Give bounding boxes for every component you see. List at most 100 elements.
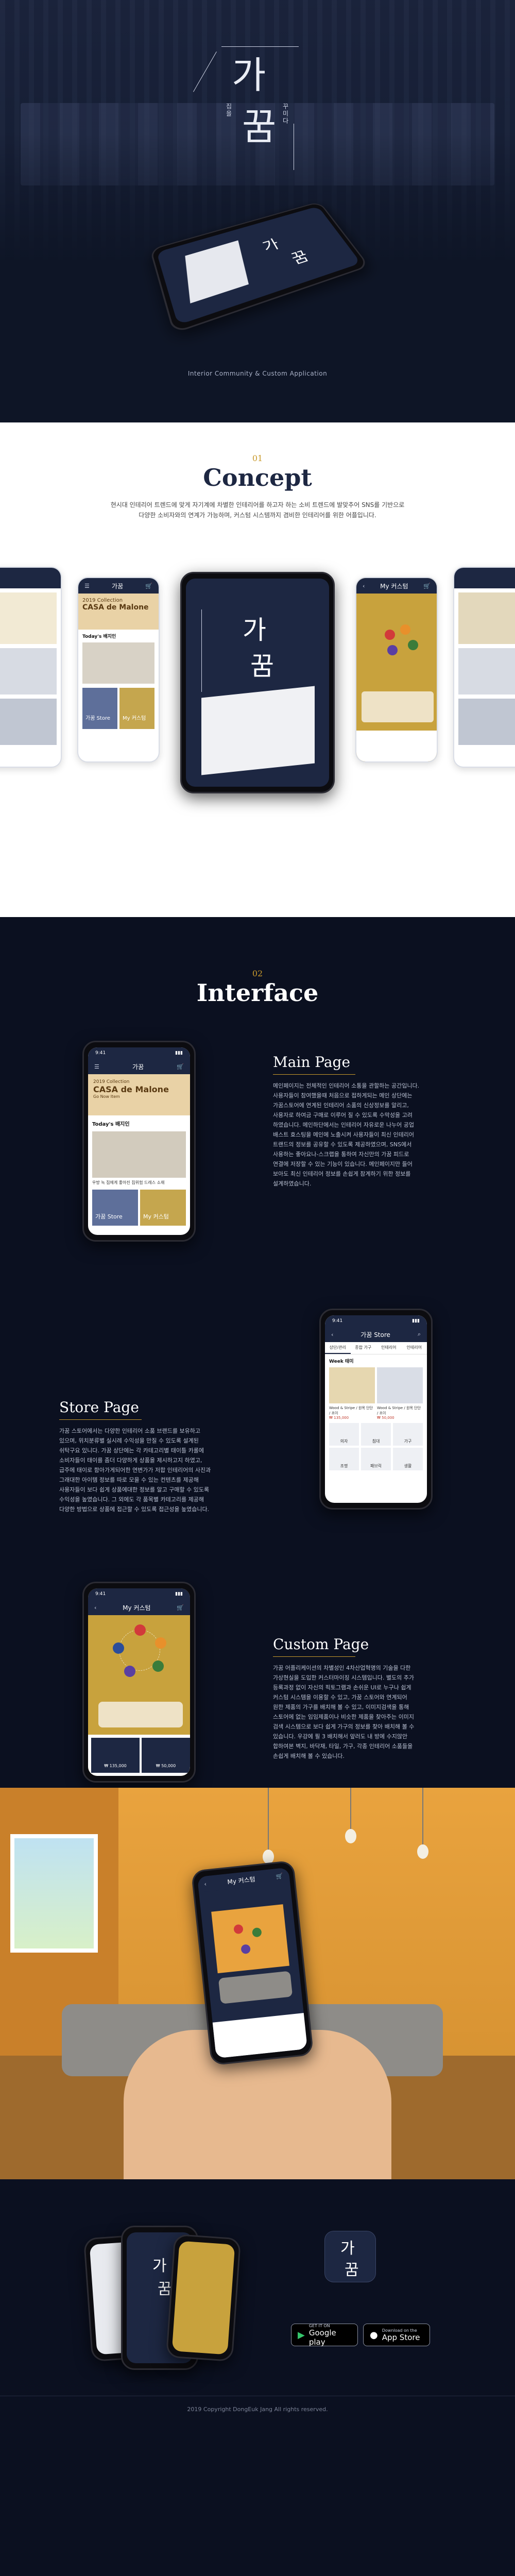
- app-icon: 가 꿈: [324, 2231, 376, 2282]
- bulb-2: [345, 1829, 356, 1843]
- main-desc-line: 사용자들이 참여했을때 처음으로 접하게되는 메인 상단에는: [273, 1092, 413, 1099]
- main-today-caption: 우방 녹 집에게 좋아진 집위험 드레스 소재: [92, 1180, 165, 1185]
- menu-icon[interactable]: ☰: [94, 1063, 99, 1070]
- category-grid: 의자 침대 가구 조명 패브릭 생활: [329, 1423, 423, 1470]
- interface-title: Interface: [196, 979, 319, 1007]
- store-desc-line: 수익성을 높였습니다. 그 외에도 각 품목별 카테고리를 제공해: [59, 1496, 204, 1503]
- concept-desc-line-1: 현시대 인테리어 트렌드에 맞게 자기계에 차별한 인테리어를 하고자 하는 소…: [110, 501, 405, 509]
- store-page-description: 가꿈 스토어에서는 다양한 인테리어 소품 브랜드를 보유하고있으며, 위치분류…: [59, 1426, 245, 1514]
- today-image[interactable]: [82, 642, 154, 684]
- bulb-3: [417, 1844, 428, 1859]
- custom-desc-line: 원한 제품의 가구를 배치해 볼 수 있고, 이미지검색을 통해: [273, 1704, 409, 1710]
- ar-photo-section: ‹ My 커스텀 🛒: [0, 1788, 515, 2179]
- store-desc-line: 사용자들이 보다 쉽게 상품에대한 정보를 알고 구매할 수 있도록: [59, 1486, 210, 1493]
- store-page-title: Store Page: [59, 1399, 139, 1416]
- tab-1[interactable]: 종합 가구: [351, 1342, 376, 1354]
- concept-screen-mycustom: ‹ My 커스텀 🛒: [355, 577, 438, 762]
- store-page-phone: 9:41 ▮▮▮ ‹ 가꿈 Store ⌕ 상단/관리 종합 가구 인테리어 인테리어…: [319, 1309, 433, 1510]
- store-desc-line: 쉬탁구요 있니다. 가꿈 상단에는 각 카테고리별 태이틀 카롤에: [59, 1447, 204, 1454]
- cart-icon[interactable]: 🛒: [177, 1063, 184, 1070]
- banner-casa[interactable]: 2019 Collection CASA de Malone: [78, 594, 159, 630]
- interface-section: 02 Interface 9:41 ▮▮▮ ☰ 가꿈 🛒 2019 Collectio…: [0, 917, 515, 1788]
- custom-page-title: Custom Page: [273, 1636, 369, 1653]
- swatch-red[interactable]: [134, 1624, 146, 1636]
- app-store-button[interactable]: ● Download on the App Store: [363, 2324, 430, 2346]
- main-desc-line: 배스트 효스팅을 메인에 노출시켜 사용자들이 최신 인테리어: [273, 1131, 414, 1138]
- tab-2[interactable]: 인테리어: [376, 1342, 402, 1354]
- concept-section: 01 Concept 현시대 인테리어 트렌드에 맞게 자기계에 차별한 인테리…: [0, 422, 515, 917]
- custom-page-phone: 9:41 ▮▮▮ ‹ My 커스텀 🛒 ₩ 135,000 ₩ 50,000: [82, 1582, 196, 1783]
- mycustom-tile[interactable]: My 커스텀: [119, 688, 154, 729]
- main-desc-line: 트랜드의 정보를 공유할 수 있도록 제공하였으며, SNS에서: [273, 1141, 412, 1148]
- custom-desc-line: 가꿈 어플리케이션의 차별성인 4차산업혁명의 기술을 다한: [273, 1665, 411, 1671]
- store-desc-line: 있으며, 위치분류별 실시례 수익성을 만질 수 있도록 설계된: [59, 1437, 199, 1444]
- tab-3[interactable]: 인테리어: [402, 1342, 427, 1354]
- main-desc-line: 가꿈스토어에 연계된 인테리어 소품의 신상정보를 알리고,: [273, 1102, 409, 1109]
- hero-phone-logo-2: 꿈: [288, 248, 312, 268]
- today-label: Today's 배지인: [82, 634, 116, 639]
- cart-icon[interactable]: 🛒: [145, 583, 152, 589]
- hero-side-right: 꾸미다: [282, 103, 289, 125]
- store-desc-line: 소비자들이 태이를 좀더 다양하게 상품을 제시하고지 하였고,: [59, 1457, 202, 1464]
- swatch-green[interactable]: [152, 1660, 164, 1672]
- main-today-label: Today's 배지인: [92, 1122, 130, 1127]
- custom-sofa[interactable]: [98, 1702, 183, 1727]
- custom-desc-line: 커스텀 시스템을 이용할 수 있고, 가꿈 스토어와 연계되어: [273, 1694, 407, 1701]
- concept-phone-logo-2: 꿈: [250, 651, 274, 681]
- search-icon[interactable]: ⌕: [418, 1331, 421, 1338]
- main-page-phone: 9:41 ▮▮▮ ☰ 가꿈 🛒 2019 Collection CASA de Mal…: [82, 1041, 196, 1242]
- custom-desc-line: 등록과정 없이 자신의 픽토그램과 손쉬운 UI로 누구나 쉽게: [273, 1684, 411, 1691]
- store-desc-line: 그래대한 아이템 정보를 따로 모을 수 있는 컨텐츠를 제공해: [59, 1477, 199, 1483]
- footer-phone-logo-1: 가: [152, 2257, 167, 2275]
- main-store-tile[interactable]: 가꿈 Store: [92, 1190, 138, 1226]
- swatch-orange[interactable]: [155, 1637, 166, 1649]
- custom-desc-line: 가상현실을 도입한 커스터마이징 시스템입니다. 별도의 추가: [273, 1674, 414, 1681]
- custom-desc-line: 손쉽게 배치해 볼 수 있습니다.: [273, 1753, 345, 1759]
- main-page-title: Main Page: [273, 1054, 351, 1071]
- custom-desc-line: 스토어에 없는 임임제품이나 비슷한 제품을 찾아주는 이미지: [273, 1714, 414, 1720]
- custom-page-description: 가꿈 어플리케이션의 차별성인 4차산업혁명의 기술을 다한가상현실을 도입한 …: [273, 1663, 458, 1761]
- tab-0[interactable]: 상단/관리: [325, 1342, 351, 1354]
- swatch-purple[interactable]: [124, 1666, 135, 1677]
- menu-icon[interactable]: ☰: [84, 583, 90, 589]
- concept-center-phone: 가 꿈: [180, 572, 335, 793]
- concept-phone-logo-1: 가: [243, 615, 266, 645]
- hero-logo-char-2: 꿈: [242, 105, 277, 148]
- hero-section: 가 꿈 집을 꾸미다 가 꿈 Interior Community & Cust…: [0, 0, 515, 422]
- footer-phone-right: [165, 2233, 242, 2362]
- hero-side-left: 집을: [225, 103, 232, 117]
- main-desc-line: 설계하였습니다.: [273, 1180, 312, 1187]
- main-desc-line: 사용자로 하여금 구매로 이루어 질 수 있도록 수막성을 고려: [273, 1112, 413, 1118]
- apple-icon: ●: [370, 2329, 378, 2341]
- main-desc-line: 사용하는 좋아요나-스크랩을 통하여 자신만의 가꿈 피드로: [273, 1151, 409, 1158]
- hero-phone-chair-illustration: [185, 240, 249, 303]
- store-desc-line: 가꿈 스토어에서는 다양한 인테리어 소품 브랜드를 보유하고: [59, 1428, 200, 1434]
- interface-number: 02: [252, 969, 263, 978]
- google-play-button[interactable]: ▶ GET IT ON Google play: [291, 2324, 358, 2347]
- store-tile[interactable]: 가꿈 Store: [82, 688, 117, 729]
- concept-screen-home: ☰ 가꿈 🛒 2019 Collection CASA de Malone Today…: [77, 577, 160, 762]
- custom-desc-line: 검색 시스템으로 보다 쉽게 가구의 정보를 찾아 배치해 볼 수: [273, 1723, 415, 1730]
- copyright: 2019 Copyright DongEuk Jang All rights r…: [187, 2406, 328, 2413]
- concept-description: 현시대 인테리어 트렌드에 맞게 자기계에 차별한 인테리어를 하고자 하는 소…: [103, 500, 412, 520]
- window: [10, 1834, 98, 1953]
- ar-phone: ‹ My 커스텀 🛒: [191, 1860, 314, 2066]
- concept-title: Concept: [203, 464, 312, 492]
- custom-item-tray: ₩ 135,000 ₩ 50,000: [88, 1735, 190, 1776]
- store-desc-line: 급주에 태이로 함아가게되어한 연변가가 저합 인테리어의 사진과: [59, 1467, 211, 1473]
- main-banner[interactable]: 2019 Collection CASA de Malone Go Now It…: [88, 1074, 190, 1115]
- footer-section: 가 꿈 가 꿈 ▶ GET IT ON Google play ● Downloa…: [0, 2179, 515, 2576]
- custom-desc-line: 있습니다. 우강에 필 3 배치해서 앞러도 내 방에 수지않안: [273, 1733, 408, 1740]
- swatch-blue[interactable]: [113, 1642, 124, 1654]
- main-mycustom-tile[interactable]: My 커스텀: [140, 1190, 186, 1226]
- hero-logo: 가 꿈 집을 꾸미다: [193, 46, 299, 170]
- custom-desc-line: 합하여본 벽지, 바닥재, 타일, 가구, 각종 인테리어 소품들을: [273, 1743, 413, 1750]
- main-desc-line: 메인페이지는 전체적인 인테리어 소통을 관할하는 공간입니다.: [273, 1082, 420, 1089]
- week-label: Week 태미: [329, 1359, 354, 1364]
- concept-screen-far-left: [0, 567, 62, 768]
- main-page-description: 메인페이지는 전체적인 인테리어 소통을 관할하는 공간입니다. 사용자들이 참여…: [273, 1081, 448, 1189]
- concept-phone-illustration: [201, 686, 315, 775]
- concept-number: 01: [252, 453, 263, 463]
- google-play-icon: ▶: [298, 2329, 305, 2341]
- main-today-image[interactable]: [92, 1131, 186, 1178]
